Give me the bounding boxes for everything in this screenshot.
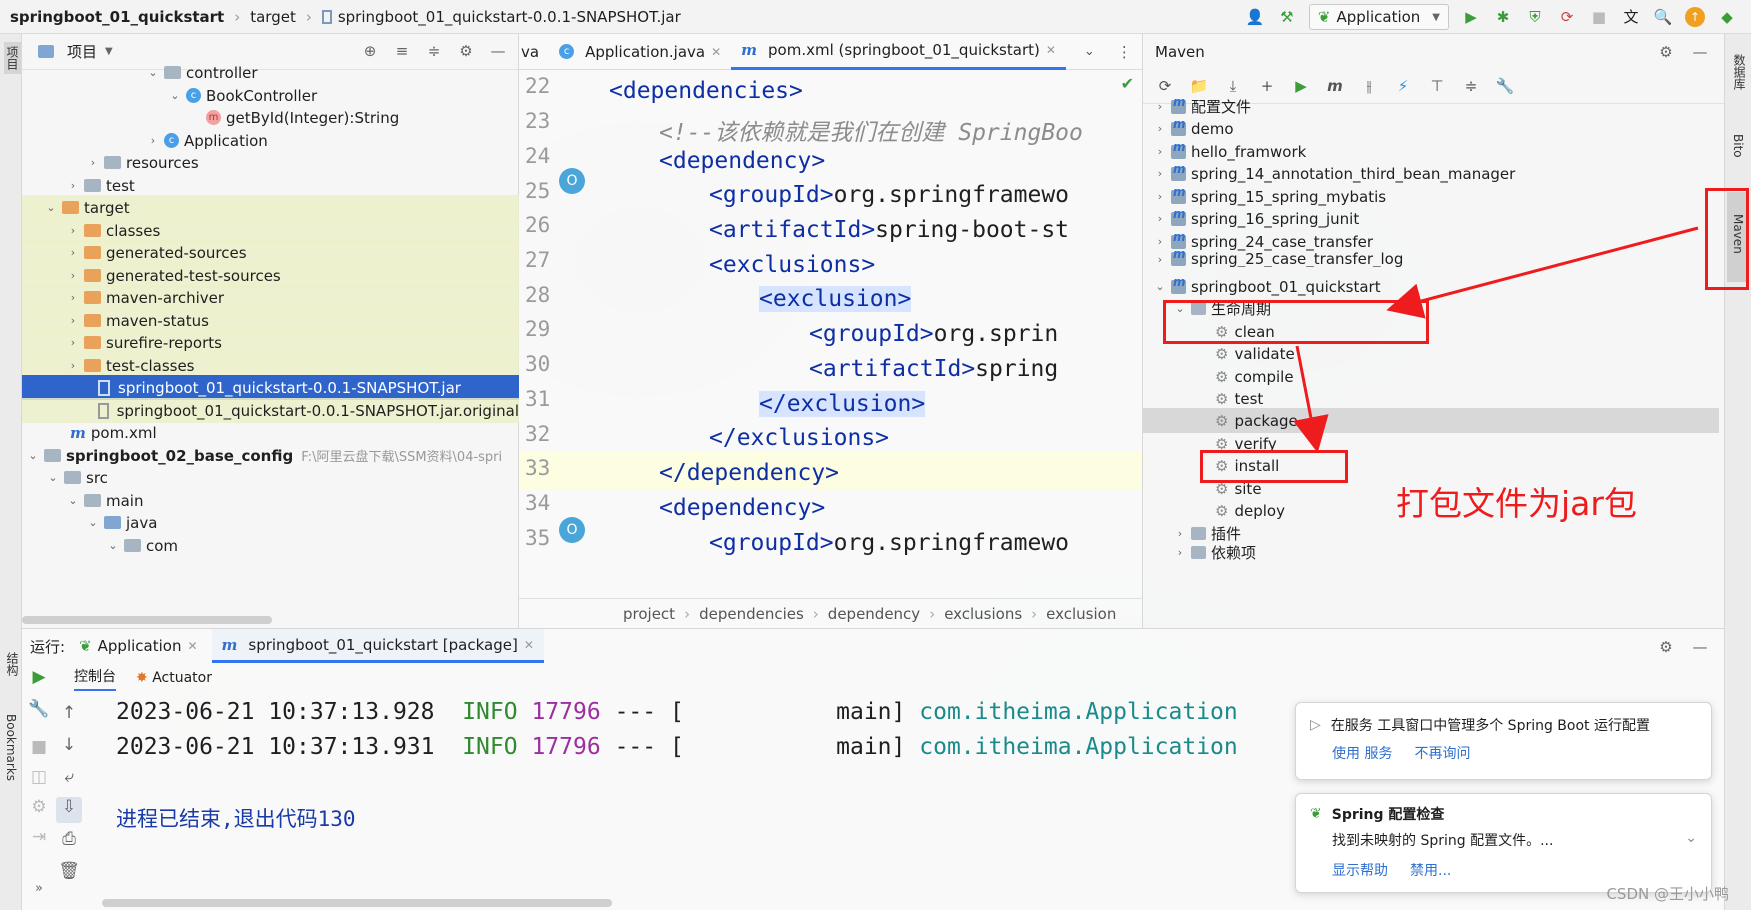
- annotation-text: 打包文件为jar包: [1396, 484, 1637, 523]
- watermark: CSDN @王小小鸭: [1606, 885, 1729, 903]
- annotation-arrows: [1293, 226, 1699, 453]
- annotation-arrow-2: [1293, 345, 1329, 453]
- annotation-arrow-1: [1386, 226, 1699, 319]
